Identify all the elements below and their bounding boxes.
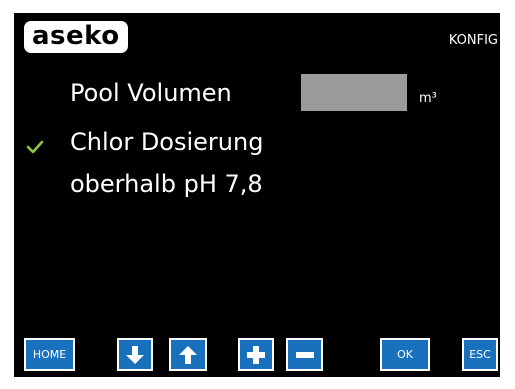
arrow-up-icon xyxy=(179,345,197,364)
arrow-down-icon xyxy=(126,345,144,364)
checkmark-icon[interactable] xyxy=(26,138,44,156)
volume-unit: m³ xyxy=(419,91,437,106)
ok-button[interactable]: OK xyxy=(380,338,430,371)
up-button[interactable] xyxy=(169,338,207,371)
plus-button[interactable] xyxy=(238,338,274,371)
pool-volume-label: Pool Volumen xyxy=(70,79,232,107)
mode-label: KONFIG xyxy=(448,33,498,48)
ok-button-label: OK xyxy=(397,348,413,361)
device-screen: aseko KONFIG Pool Volumen m³ Chlor Dosie… xyxy=(14,13,500,377)
plus-icon xyxy=(247,345,265,364)
minus-icon xyxy=(295,351,314,358)
chlor-dosing-label: Chlor Dosierung xyxy=(70,128,264,156)
home-button-label: HOME xyxy=(32,348,67,361)
pool-volume-input[interactable] xyxy=(301,74,407,111)
esc-button-label: ESC xyxy=(469,348,491,361)
chlor-dosing-sublabel: oberhalb pH 7,8 xyxy=(70,170,263,198)
down-button[interactable] xyxy=(117,338,153,371)
home-button[interactable]: HOME xyxy=(24,338,75,371)
aseko-logo: aseko xyxy=(24,21,128,53)
minus-button[interactable] xyxy=(286,338,323,371)
esc-button[interactable]: ESC xyxy=(462,338,498,371)
logo-text: aseko xyxy=(32,21,120,51)
